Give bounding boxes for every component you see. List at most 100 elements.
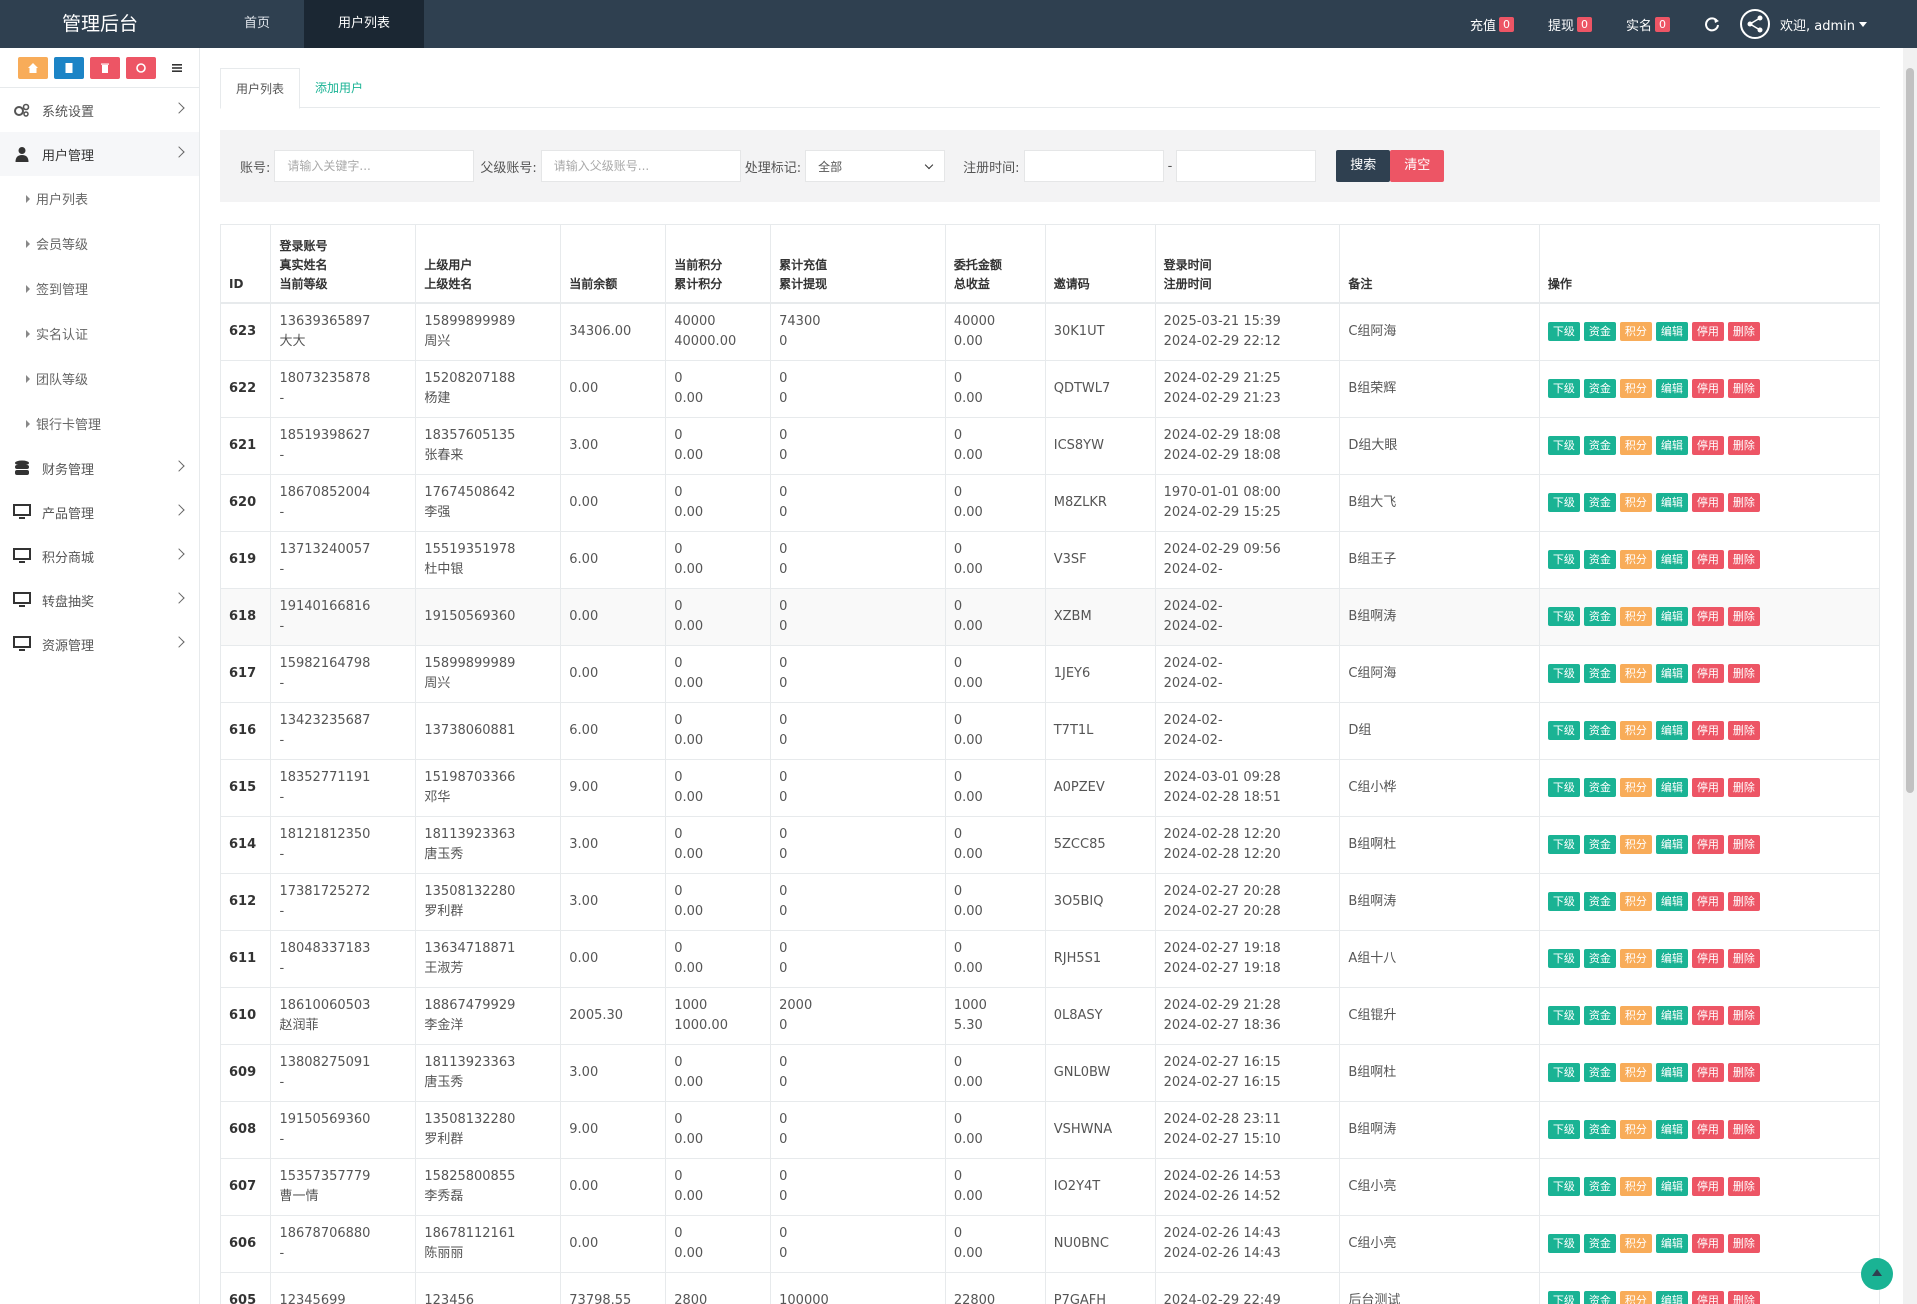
subordinates-button[interactable]: 下级 <box>1547 1006 1580 1025</box>
funds-button[interactable]: 资金 <box>1583 607 1616 626</box>
delete-button[interactable]: 删除 <box>1727 436 1760 455</box>
edit-button[interactable]: 编辑 <box>1655 1234 1688 1253</box>
edit-button[interactable]: 编辑 <box>1655 322 1688 342</box>
file-shortcut-button[interactable] <box>54 56 84 79</box>
funds-button[interactable]: 资金 <box>1583 379 1616 398</box>
subordinates-button[interactable]: 下级 <box>1547 835 1580 854</box>
recharge-notice[interactable]: 充值 0 <box>1470 15 1514 34</box>
edit-button[interactable]: 编辑 <box>1655 379 1688 398</box>
delete-button[interactable]: 删除 <box>1727 607 1760 626</box>
edit-button[interactable]: 编辑 <box>1655 1006 1688 1025</box>
recycle-shortcut-button[interactable] <box>126 56 156 79</box>
points-button[interactable]: 积分 <box>1619 1120 1652 1139</box>
submenu-bank-card[interactable]: 银行卡管理 <box>0 401 199 446</box>
points-button[interactable]: 积分 <box>1619 1234 1652 1253</box>
edit-button[interactable]: 编辑 <box>1655 436 1688 455</box>
points-button[interactable]: 积分 <box>1619 436 1652 455</box>
subordinates-button[interactable]: 下级 <box>1547 1291 1580 1304</box>
subordinates-button[interactable]: 下级 <box>1547 892 1580 911</box>
delete-button[interactable]: 删除 <box>1727 1006 1760 1025</box>
subordinates-button[interactable]: 下级 <box>1547 721 1580 740</box>
points-button[interactable]: 积分 <box>1619 1063 1652 1082</box>
tab-user-list[interactable]: 用户列表 <box>220 68 301 109</box>
edit-button[interactable]: 编辑 <box>1655 1291 1688 1304</box>
delete-button[interactable]: 删除 <box>1727 1291 1760 1304</box>
disable-button[interactable]: 停用 <box>1691 322 1724 342</box>
submenu-team-level[interactable]: 团队等级 <box>0 356 199 401</box>
edit-button[interactable]: 编辑 <box>1655 1120 1688 1139</box>
subordinates-button[interactable]: 下级 <box>1547 379 1580 398</box>
subordinates-button[interactable]: 下级 <box>1547 493 1580 512</box>
disable-button[interactable]: 停用 <box>1691 607 1724 626</box>
disable-button[interactable]: 停用 <box>1691 835 1724 854</box>
disable-button[interactable]: 停用 <box>1691 493 1724 512</box>
delete-button[interactable]: 删除 <box>1727 949 1760 968</box>
points-button[interactable]: 积分 <box>1619 892 1652 911</box>
points-button[interactable]: 积分 <box>1619 1006 1652 1025</box>
edit-button[interactable]: 编辑 <box>1655 949 1688 968</box>
edit-button[interactable]: 编辑 <box>1655 607 1688 626</box>
edit-button[interactable]: 编辑 <box>1655 835 1688 854</box>
submenu-member-level[interactable]: 会员等级 <box>0 221 199 266</box>
funds-button[interactable]: 资金 <box>1583 436 1616 455</box>
scrollbar-thumb[interactable] <box>1906 68 1914 793</box>
edit-button[interactable]: 编辑 <box>1655 1177 1688 1196</box>
nav-home[interactable]: 首页 <box>210 0 304 48</box>
funds-button[interactable]: 资金 <box>1583 664 1616 683</box>
edit-button[interactable]: 编辑 <box>1655 664 1688 683</box>
realname-notice[interactable]: 实名 0 <box>1626 15 1670 34</box>
nav-user-list[interactable]: 用户列表 <box>304 0 425 48</box>
clear-button[interactable]: 清空 <box>1390 150 1445 182</box>
subordinates-button[interactable]: 下级 <box>1547 1063 1580 1082</box>
disable-button[interactable]: 停用 <box>1691 721 1724 740</box>
menu-resources[interactable]: 资源管理 <box>0 622 199 666</box>
funds-button[interactable]: 资金 <box>1583 721 1616 740</box>
points-button[interactable]: 积分 <box>1619 1291 1652 1304</box>
subordinates-button[interactable]: 下级 <box>1547 550 1580 569</box>
delete-button[interactable]: 删除 <box>1727 1063 1760 1082</box>
menu-finance[interactable]: 财务管理 <box>0 446 199 490</box>
edit-button[interactable]: 编辑 <box>1655 550 1688 569</box>
search-button[interactable]: 搜索 <box>1336 150 1391 182</box>
disable-button[interactable]: 停用 <box>1691 1063 1724 1082</box>
points-button[interactable]: 积分 <box>1619 322 1652 342</box>
withdraw-notice[interactable]: 提现 0 <box>1548 15 1592 34</box>
refresh-icon[interactable] <box>1704 16 1720 32</box>
funds-button[interactable]: 资金 <box>1583 1177 1616 1196</box>
disable-button[interactable]: 停用 <box>1691 550 1724 569</box>
disable-button[interactable]: 停用 <box>1691 436 1724 455</box>
funds-button[interactable]: 资金 <box>1583 1120 1616 1139</box>
points-button[interactable]: 积分 <box>1619 835 1652 854</box>
delete-button[interactable]: 删除 <box>1727 721 1760 740</box>
points-button[interactable]: 积分 <box>1619 949 1652 968</box>
subordinates-button[interactable]: 下级 <box>1547 436 1580 455</box>
tab-add-user[interactable]: 添加用户 <box>300 68 378 109</box>
user-menu[interactable]: 欢迎, admin <box>1740 9 1867 39</box>
points-button[interactable]: 积分 <box>1619 550 1652 569</box>
disable-button[interactable]: 停用 <box>1691 892 1724 911</box>
submenu-realname[interactable]: 实名认证 <box>0 311 199 356</box>
subordinates-button[interactable]: 下级 <box>1547 607 1580 626</box>
list-shortcut-button[interactable] <box>162 56 192 79</box>
edit-button[interactable]: 编辑 <box>1655 892 1688 911</box>
funds-button[interactable]: 资金 <box>1583 1006 1616 1025</box>
edit-button[interactable]: 编辑 <box>1655 1063 1688 1082</box>
menu-system-settings[interactable]: 系统设置 <box>0 88 199 132</box>
points-button[interactable]: 积分 <box>1619 379 1652 398</box>
disable-button[interactable]: 停用 <box>1691 1291 1724 1304</box>
subordinates-button[interactable]: 下级 <box>1547 778 1580 797</box>
account-search-input[interactable] <box>274 150 475 182</box>
subordinates-button[interactable]: 下级 <box>1547 1234 1580 1253</box>
delete-button[interactable]: 删除 <box>1727 379 1760 398</box>
delete-button[interactable]: 删除 <box>1727 322 1760 342</box>
funds-button[interactable]: 资金 <box>1583 949 1616 968</box>
disable-button[interactable]: 停用 <box>1691 778 1724 797</box>
disable-button[interactable]: 停用 <box>1691 1120 1724 1139</box>
subordinates-button[interactable]: 下级 <box>1547 949 1580 968</box>
funds-button[interactable]: 资金 <box>1583 550 1616 569</box>
disable-button[interactable]: 停用 <box>1691 664 1724 683</box>
points-button[interactable]: 积分 <box>1619 778 1652 797</box>
delete-button[interactable]: 删除 <box>1727 835 1760 854</box>
parent-account-input[interactable] <box>540 150 741 182</box>
delete-button[interactable]: 删除 <box>1727 892 1760 911</box>
